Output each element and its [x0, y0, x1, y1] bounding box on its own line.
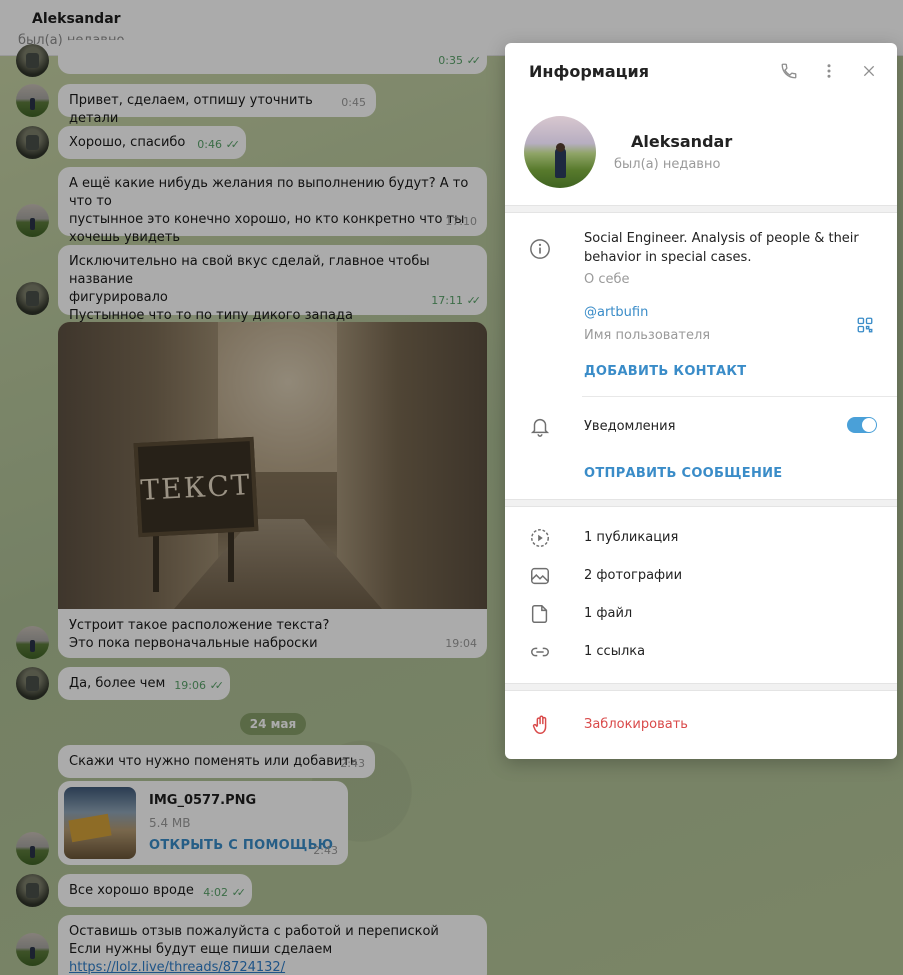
username-label: Имя пользователя: [584, 328, 711, 343]
block-user-button[interactable]: Заблокировать: [584, 717, 688, 732]
publications-link[interactable]: 1 публикация: [584, 530, 678, 545]
profile-avatar[interactable]: [524, 116, 596, 188]
row-separator: [582, 396, 897, 397]
block-hand-icon: [529, 713, 553, 737]
section-divider: [505, 683, 897, 691]
close-icon[interactable]: [857, 59, 881, 83]
info-panel: Информация Aleksandar был(а) недавно Soc…: [505, 43, 897, 759]
bell-icon: [528, 414, 552, 438]
links-link[interactable]: 1 ссылка: [584, 644, 645, 659]
section-divider: [505, 205, 897, 213]
section-divider: [505, 499, 897, 507]
qr-code-icon[interactable]: [853, 313, 877, 337]
more-vertical-icon[interactable]: [817, 59, 841, 83]
photo-icon: [528, 564, 552, 588]
profile-status: был(а) недавно: [614, 157, 721, 172]
photos-link[interactable]: 2 фотографии: [584, 568, 682, 583]
send-message-button[interactable]: ОТПРАВИТЬ СООБЩЕНИЕ: [584, 466, 783, 481]
link-icon: [528, 640, 552, 664]
username-link[interactable]: @artbufin: [584, 305, 648, 320]
info-icon: [528, 237, 552, 261]
bio-text: Social Engineer. Analysis of people & th…: [584, 231, 859, 265]
notifications-label: Уведомления: [584, 419, 676, 434]
add-contact-button[interactable]: ДОБАВИТЬ КОНТАКТ: [584, 364, 746, 379]
files-link[interactable]: 1 файл: [584, 606, 632, 621]
phone-icon[interactable]: [777, 59, 801, 83]
file-icon: [528, 602, 552, 626]
panel-title: Информация: [529, 62, 649, 81]
publication-icon: [528, 526, 552, 550]
notifications-toggle[interactable]: [847, 417, 877, 433]
bio-label: О себе: [584, 272, 630, 287]
profile-name: Aleksandar: [631, 132, 733, 151]
